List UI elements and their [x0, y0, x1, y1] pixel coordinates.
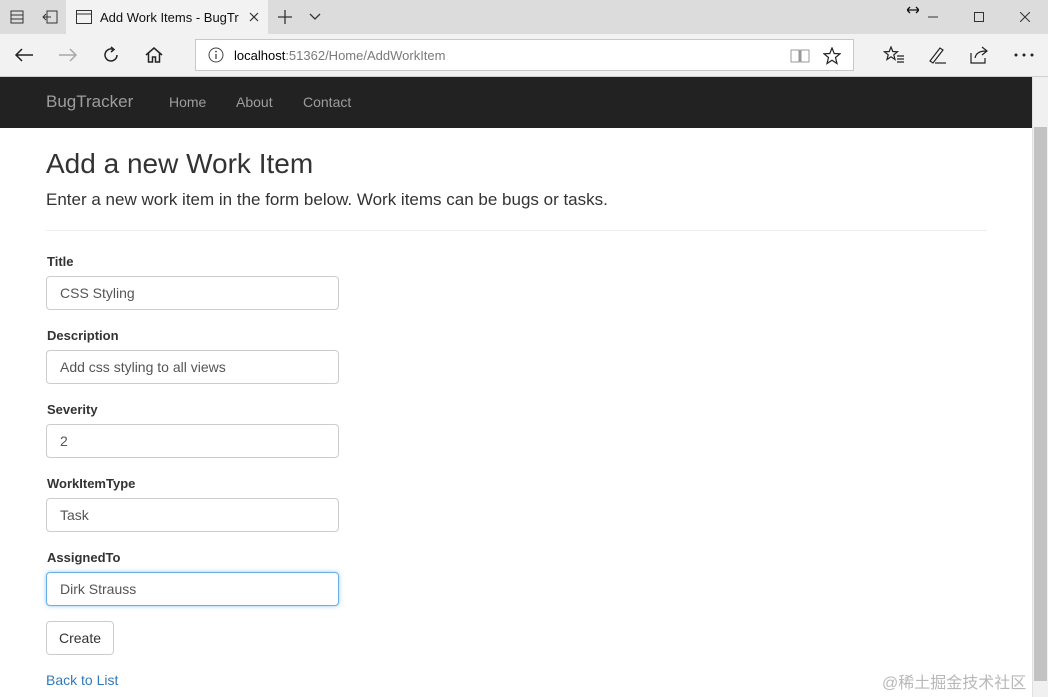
site-navbar: BugTracker Home About Contact: [0, 77, 1032, 128]
reading-view-icon[interactable]: [790, 46, 810, 66]
description-input[interactable]: [46, 350, 339, 384]
vertical-scrollbar[interactable]: [1032, 77, 1048, 697]
page-subtitle: Enter a new work item in the form below.…: [46, 190, 608, 209]
description-label: Description: [47, 328, 119, 343]
nav-home-link[interactable]: Home: [169, 94, 206, 110]
share-icon[interactable]: [958, 34, 1002, 76]
assignedto-label: AssignedTo: [47, 550, 121, 565]
assignedto-input[interactable]: [46, 572, 339, 606]
pen-notes-icon[interactable]: [915, 34, 959, 76]
tab-list-chevron-icon[interactable]: [300, 0, 330, 34]
favorite-star-icon[interactable]: [822, 46, 842, 66]
watermark-text: @稀土掘金技术社区: [882, 675, 1027, 692]
site-info-icon[interactable]: [208, 47, 224, 63]
nav-contact-link[interactable]: Contact: [303, 94, 351, 110]
close-window-icon[interactable]: [1002, 0, 1048, 34]
new-tab-icon[interactable]: [270, 0, 300, 34]
page-title: Add a new Work Item: [46, 148, 314, 179]
more-options-icon[interactable]: [1002, 34, 1046, 76]
nav-about-link[interactable]: About: [236, 94, 273, 110]
address-bar[interactable]: localhost:51362/Home/AddWorkItem: [195, 39, 854, 71]
browser-tab-active[interactable]: Add Work Items - BugTr: [66, 0, 268, 34]
minimize-icon[interactable]: [910, 0, 956, 34]
back-to-list-link[interactable]: Back to List: [46, 672, 118, 688]
browser-titlebar: Add Work Items - BugTr: [0, 0, 1048, 34]
divider: [46, 230, 987, 231]
brand-link[interactable]: BugTracker: [46, 92, 133, 112]
workitemtype-input[interactable]: [46, 498, 339, 532]
set-aside-tabs-icon[interactable]: [33, 0, 66, 34]
url-text[interactable]: localhost:51362/Home/AddWorkItem: [234, 48, 445, 63]
maximize-icon[interactable]: [956, 0, 1002, 34]
tab-close-icon[interactable]: [246, 9, 262, 25]
severity-input[interactable]: [46, 424, 339, 458]
title-label: Title: [47, 254, 74, 269]
favorites-hub-icon[interactable]: [872, 34, 916, 76]
workitemtype-label: WorkItemType: [47, 476, 136, 491]
tab-preview-icon[interactable]: [0, 0, 33, 34]
create-button[interactable]: Create: [46, 621, 114, 655]
browser-toolbar: localhost:51362/Home/AddWorkItem: [0, 34, 1048, 77]
page-icon: [76, 10, 92, 24]
refresh-icon[interactable]: [89, 34, 133, 76]
severity-label: Severity: [47, 402, 98, 417]
back-arrow-icon[interactable]: [2, 34, 46, 76]
scrollbar-thumb[interactable]: [1034, 127, 1047, 681]
title-input[interactable]: [46, 276, 339, 310]
forward-arrow-icon[interactable]: [46, 34, 90, 76]
home-icon[interactable]: [132, 34, 176, 76]
tab-title: Add Work Items - BugTr: [100, 9, 239, 25]
